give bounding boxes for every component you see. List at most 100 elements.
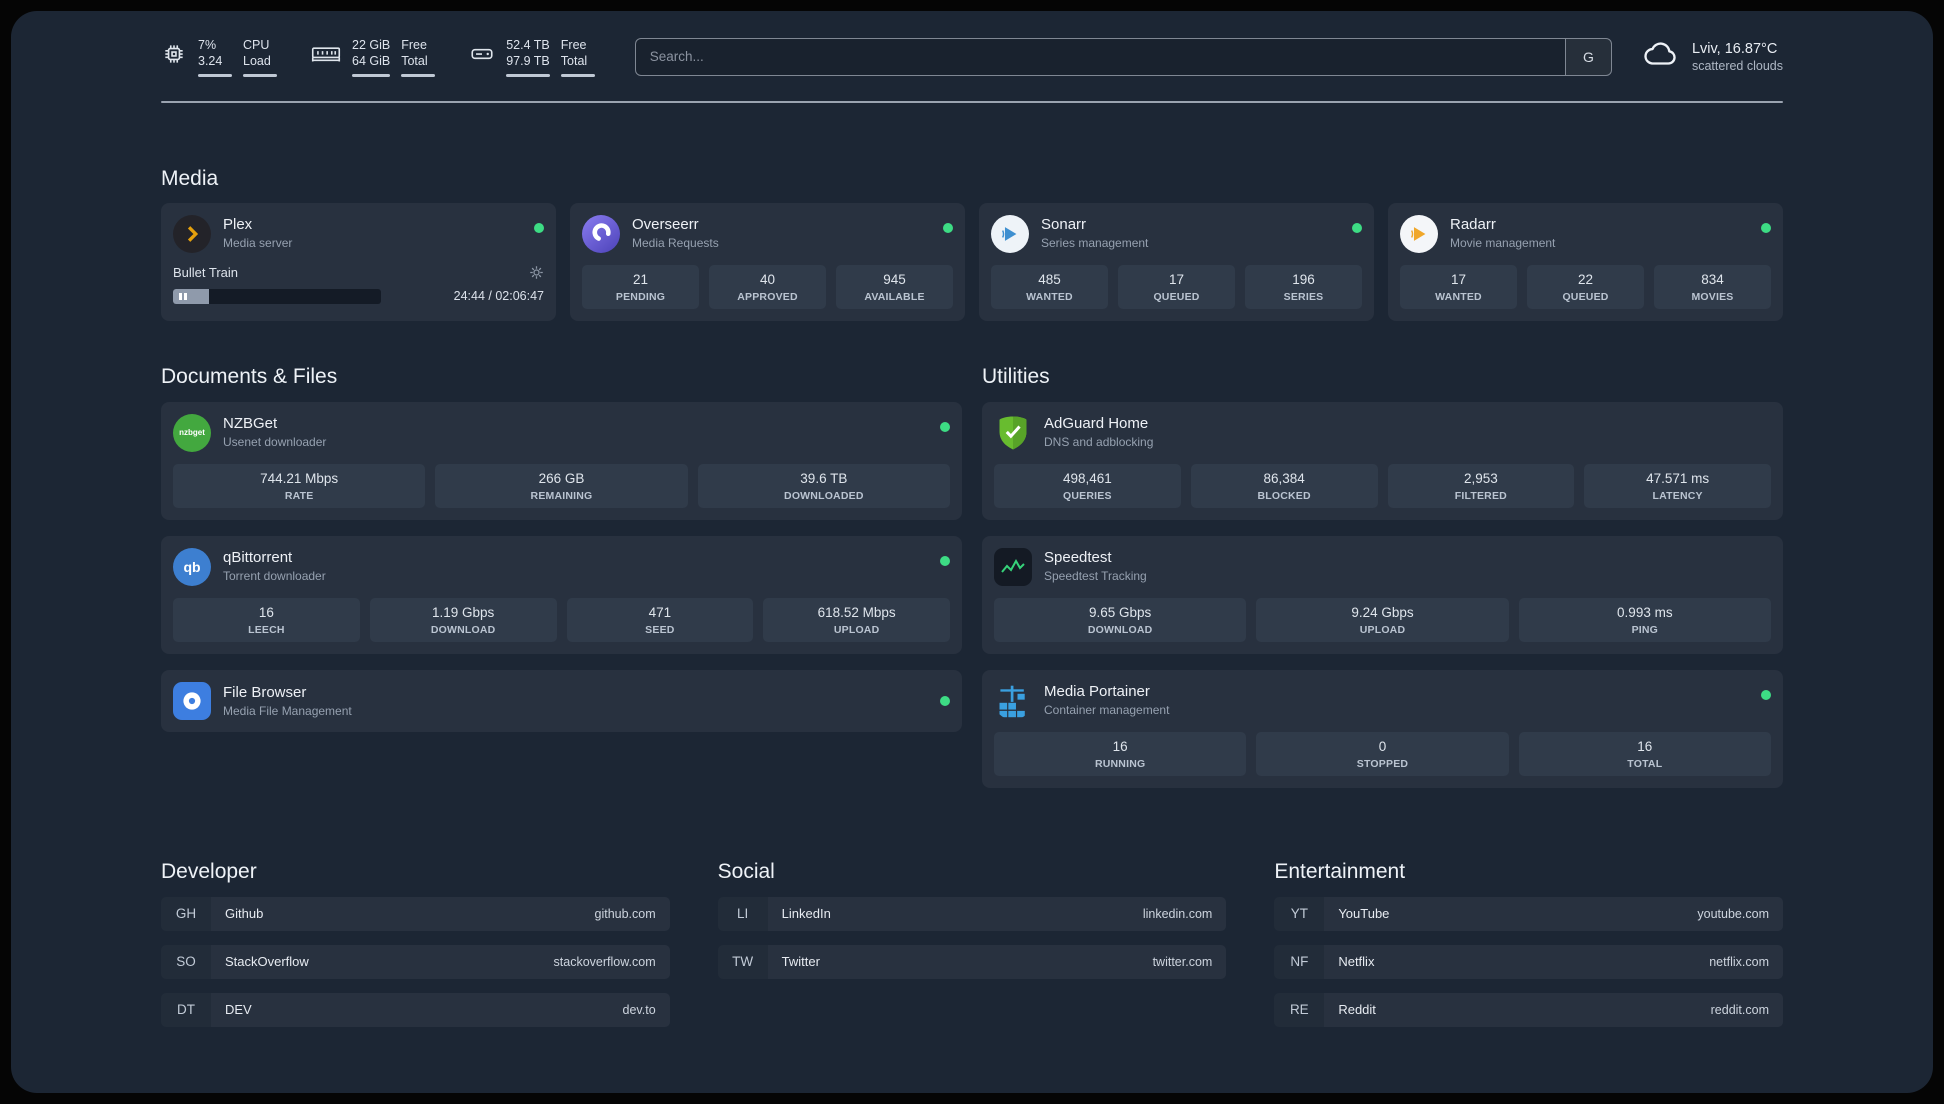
dashboard-panel: 7% 3.24 CPU Load 22 GiB 64 GiB Free Tota… [11,11,1933,1093]
section-documents-files: Documents & Files nzbget NZBGet Usenet d… [161,365,962,732]
service-card-speedtest: Speedtest Speedtest Tracking 9.65 Gbps DO… [982,535,1783,654]
now-playing-title: Bullet Train [173,264,239,280]
stat-tile: 196 SERIES [1245,264,1362,309]
bookmark-name: Github [225,906,264,921]
plex-service-link[interactable]: Plex Media server [173,214,544,253]
section-title-social: Social [717,859,775,883]
top-bar: 7% 3.24 CPU Load 22 GiB 64 GiB Free Tota… [161,11,1783,77]
bookmark-github[interactable]: GH Github github.com [161,896,670,931]
cloud-icon [1642,39,1680,74]
stat-tile: 2,953 FILTERED [1387,463,1575,508]
qbittorrent-service-link[interactable]: qb qBittorrent Torrent downloader [173,547,950,586]
overseerr-service-link[interactable]: Overseerr Media Requests [582,214,953,253]
sonarr-service-link[interactable]: Sonarr Series management [991,214,1362,253]
stat-tile: 945 AVAILABLE [836,264,953,309]
bookmark-group-social: Social LI LinkedIn linkedin.com TW Twitte… [717,859,1227,1027]
service-desc: Media Requests [632,235,719,250]
pause-icon[interactable] [179,292,187,300]
bookmark-youtube[interactable]: YT YouTube youtube.com [1274,896,1783,931]
bookmark-abbr: LI [717,896,768,931]
weather-condition: scattered clouds [1691,58,1783,73]
bookmark-netflix[interactable]: NF Netflix netflix.com [1274,944,1783,979]
bookmark-stackoverflow[interactable]: SO StackOverflow stackoverflow.com [161,944,670,979]
stat-tile: 266 GB REMAINING [435,463,688,508]
service-card-adguard: AdGuard Home DNS and adblocking 498,461 Q… [982,401,1783,520]
bookmark-domain: github.com [594,906,656,921]
section-utilities: Utilities AdGuard Home DNS and adblockin… [982,365,1783,788]
bookmark-domain: netflix.com [1709,954,1769,969]
bookmark-name: StackOverflow [225,954,309,969]
service-card-plex: Plex Media server Bullet Train 24:44 / 0… [161,202,556,321]
cpu-values: 7% 3.24 [198,37,232,77]
status-dot [940,555,950,566]
speedtest-service-link[interactable]: Speedtest Speedtest Tracking [994,547,1771,586]
search-input[interactable] [635,49,1565,65]
bookmark-linkedin[interactable]: LI LinkedIn linkedin.com [717,896,1227,931]
service-card-overseerr: Overseerr Media Requests 21 PENDING 40 APP… [570,202,965,321]
memory-labels: Free Total [401,37,436,77]
service-card-qbittorrent: qb qBittorrent Torrent downloader 16 LEEC… [161,535,962,654]
nzbget-icon: nzbget [173,413,211,452]
bookmark-twitter[interactable]: TW Twitter twitter.com [717,944,1227,979]
radarr-service-link[interactable]: Radarr Movie management [1400,214,1771,253]
memory-free-value: 22 GiB [352,38,391,52]
filebrowser-service-link[interactable]: File Browser Media File Management [173,681,950,720]
stat-tile: 16 RUNNING [994,731,1247,776]
stat-tile: 40 APPROVED [709,264,826,309]
bookmark-abbr: TW [717,944,768,979]
adguard-shield-icon [994,414,1032,452]
disk-values: 52.4 TB 97.9 TB [506,37,550,77]
service-card-nzbget: nzbget NZBGet Usenet downloader 744.21 M… [161,401,962,520]
bookmark-name: Reddit [1338,1002,1376,1017]
service-name: Speedtest [1044,548,1112,566]
cpu-widget: 7% 3.24 CPU Load [161,37,277,77]
bookmark-group-entertainment: Entertainment YT YouTube youtube.com NF N… [1274,860,1783,1027]
bookmark-abbr: NF [1274,944,1325,979]
stat-tile: 471 SEED [566,597,754,642]
plex-now-playing-widget: Bullet Train 24:44 / 02:06:47 [173,265,544,304]
bookmark-domain: reddit.com [1710,1002,1769,1017]
portainer-crane-icon [994,682,1032,720]
status-dot [940,421,950,432]
stat-tile: 86,384 BLOCKED [1190,463,1378,508]
bookmark-reddit[interactable]: RE Reddit reddit.com [1274,992,1783,1027]
bookmark-abbr: GH [161,896,211,931]
seek-bar[interactable] [173,288,381,304]
service-card-portainer: Media Portainer Container management 16 R… [982,669,1783,788]
total-label: Total [560,54,588,69]
stat-tile: 0.993 ms PING [1518,597,1771,642]
service-name: Radarr [1450,215,1496,233]
memory-total-value: 64 GiB [352,54,391,69]
header-divider [161,100,1783,103]
disk-labels: Free Total [560,37,595,77]
cpu-percent: 7% [198,38,217,52]
stat-tile: 744.21 Mbps RATE [173,463,426,508]
service-name: File Browser [223,684,307,701]
bookmark-dev[interactable]: DT DEV dev.to [161,992,670,1027]
disk-widget: 52.4 TB 97.9 TB Free Total [469,37,595,77]
adguard-service-link[interactable]: AdGuard Home DNS and adblocking [994,414,1771,452]
plex-chevron-icon [173,214,211,253]
section-title-entertainment: Entertainment [1274,859,1406,883]
bookmark-domain: youtube.com [1697,906,1769,921]
hard-drive-icon [469,41,495,72]
bookmark-name: YouTube [1338,906,1390,921]
free-label: Free [401,38,427,52]
bookmark-abbr: DT [161,992,211,1027]
bookmark-domain: dev.to [622,1002,656,1017]
search-provider-button[interactable]: G [1564,38,1611,75]
bookmark-domain: linkedin.com [1142,906,1213,921]
nzbget-service-link[interactable]: nzbget NZBGet Usenet downloader [173,413,950,452]
stat-tile: 39.6 TB DOWNLOADED [697,463,950,508]
stat-tile: 22 QUEUED [1527,264,1644,309]
section-title-utilities: Utilities [982,364,1050,388]
weather-location: Lviv, 16.87°C [1691,40,1778,57]
ram-icon [311,42,341,71]
bookmark-group-developer: Developer GH Github github.com SO StackOv… [161,860,670,1027]
service-desc: Media server [223,235,293,250]
portainer-service-link[interactable]: Media Portainer Container management [994,682,1771,720]
gear-icon[interactable] [529,265,544,280]
weather-widget: Lviv, 16.87°C scattered clouds [1642,39,1783,74]
qbittorrent-icon: qb [173,547,211,586]
memory-values: 22 GiB 64 GiB [352,37,391,77]
